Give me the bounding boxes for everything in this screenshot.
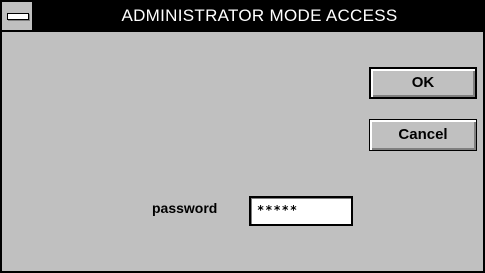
password-label: password [152, 200, 218, 216]
cancel-button[interactable]: Cancel [369, 119, 477, 151]
dialog-title: ADMINISTRATOR MODE ACCESS [121, 6, 398, 25]
system-menu-bar [7, 13, 29, 20]
password-field[interactable]: ***** [249, 196, 353, 226]
ok-button[interactable]: OK [369, 67, 477, 99]
title-bar[interactable]: ADMINISTRATOR MODE ACCESS [2, 2, 483, 32]
admin-access-dialog: ADMINISTRATOR MODE ACCESS OK Cancel pass… [0, 0, 485, 273]
system-menu-icon[interactable] [2, 2, 34, 30]
